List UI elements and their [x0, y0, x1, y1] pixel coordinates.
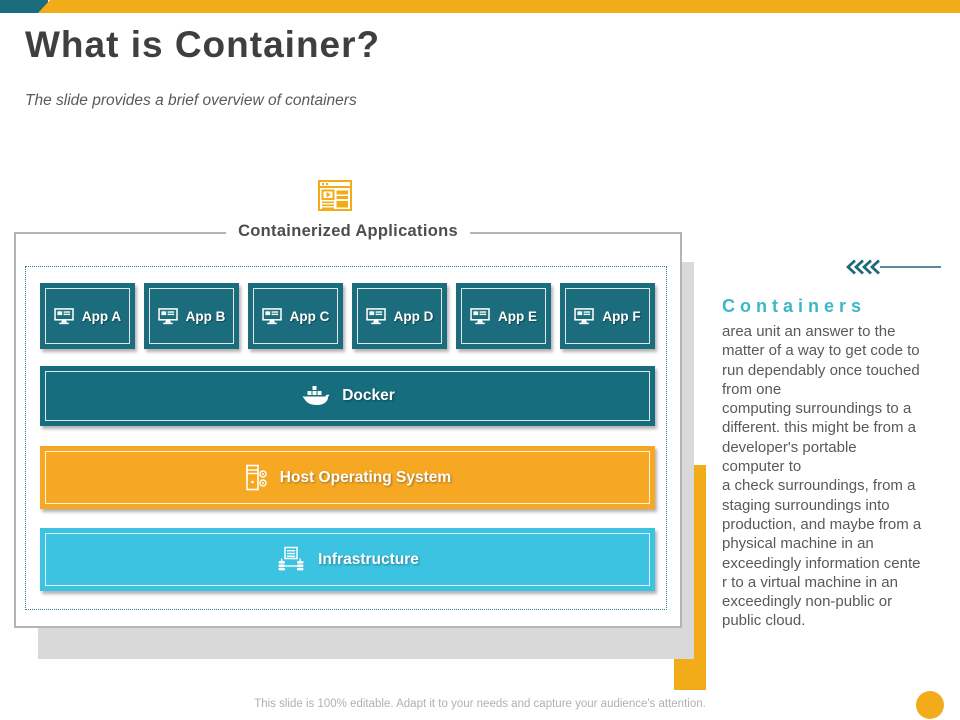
app-label: App E	[498, 308, 537, 324]
slide: What is Container? The slide provides a …	[0, 0, 960, 720]
chevrons-left-icon	[846, 259, 941, 275]
monitor-icon	[261, 307, 282, 324]
docker-layer: Docker	[40, 366, 655, 426]
app-box-c: App C	[248, 283, 343, 349]
browser-play-icon	[318, 180, 352, 211]
monitor-icon	[157, 307, 178, 324]
monitor-icon	[574, 307, 595, 324]
containerized-applications-box: Containerized Applications App A App B A…	[14, 222, 682, 628]
sidebar-body-text: area unit an answer to the matter of a w…	[722, 323, 922, 630]
docker-whale-icon	[302, 385, 330, 405]
topbar-yellow-segment	[38, 0, 960, 13]
app-label: App C	[289, 308, 330, 324]
sidebar-heading: Containers	[722, 296, 867, 316]
app-box-f: App F	[560, 283, 655, 349]
host-os-layer: Host Operating System	[40, 446, 655, 509]
app-box-d: App D	[352, 283, 447, 349]
monitor-icon	[54, 307, 74, 324]
server-stack-icon	[278, 546, 304, 571]
app-label: App F	[602, 308, 641, 324]
app-box-e: App E	[456, 283, 551, 349]
page-title: What is Container?	[25, 24, 381, 65]
infrastructure-layer: Infrastructure	[40, 528, 655, 591]
app-label: App A	[81, 308, 122, 324]
monitor-icon	[365, 307, 386, 324]
app-box-a: App A	[40, 283, 135, 349]
corner-dot	[916, 691, 944, 719]
page-subtitle: The slide provides a brief overview of c…	[25, 92, 357, 109]
app-box-b: App B	[144, 283, 239, 349]
apps-row: App A App B App C App D App E App F	[40, 283, 655, 349]
app-label: App D	[393, 308, 434, 324]
monitor-icon	[470, 307, 490, 324]
footer-note: This slide is 100% editable. Adapt it to…	[254, 698, 706, 710]
docker-label: Docker	[342, 387, 395, 404]
app-label: App B	[185, 308, 226, 324]
diagram-legend: Containerized Applications	[226, 222, 470, 241]
infrastructure-label: Infrastructure	[318, 550, 419, 568]
host-os-label: Host Operating System	[279, 468, 452, 486]
server-gears-icon	[245, 464, 267, 490]
